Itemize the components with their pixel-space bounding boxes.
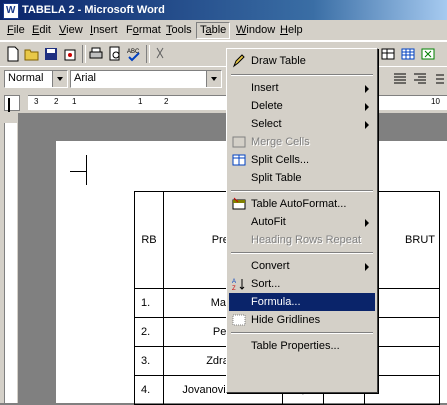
svg-text:A: A — [232, 279, 236, 285]
new-document-icon[interactable] — [5, 46, 21, 62]
menu-item-split-table[interactable]: Split Table — [229, 169, 375, 187]
spelling-icon[interactable]: ABC — [126, 46, 142, 62]
table-cell[interactable]: 3. — [134, 346, 164, 376]
window-title: TABELA 2 - Microsoft Word — [22, 4, 165, 16]
menu-item-sort[interactable]: AZ Sort... — [229, 275, 375, 293]
menu-insert[interactable]: Insert — [87, 23, 121, 38]
table-cell[interactable]: 2. — [134, 317, 164, 347]
menu-item-table-autoformat[interactable]: Table AutoFormat... — [229, 195, 375, 213]
chevron-down-icon[interactable] — [52, 71, 67, 87]
table-autoformat-icon — [232, 197, 246, 210]
permission-icon[interactable] — [62, 46, 78, 62]
submenu-arrow-icon — [365, 263, 369, 271]
merge-cells-icon — [232, 136, 246, 148]
menu-item-formula[interactable]: Formula... — [229, 293, 375, 311]
pencil-icon — [232, 54, 245, 68]
align-justify-icon[interactable] — [392, 71, 408, 87]
insert-excel-icon[interactable] — [420, 46, 436, 62]
style-dropdown[interactable]: Normal — [4, 70, 68, 88]
submenu-arrow-icon — [365, 103, 369, 111]
gridlines-icon — [232, 314, 246, 326]
font-dropdown[interactable]: Arial — [70, 70, 222, 88]
print-icon[interactable] — [88, 46, 104, 62]
print-preview-icon[interactable] — [107, 46, 123, 62]
menu-tools[interactable]: Tools — [163, 23, 195, 38]
save-icon[interactable] — [43, 46, 59, 62]
table-cell[interactable]: RB — [134, 191, 164, 289]
menu-format[interactable]: Format — [123, 23, 164, 38]
cut-icon[interactable] — [152, 46, 168, 62]
standard-toolbar: ABC — [0, 41, 447, 67]
table-menu-dropdown: Draw Table Insert Delete Select Merge Ce… — [226, 48, 378, 393]
menu-item-insert[interactable]: Insert — [229, 79, 375, 97]
open-folder-icon[interactable] — [24, 46, 40, 62]
title-bar: W TABELA 2 - Microsoft Word — [0, 0, 447, 20]
tab-selector[interactable] — [4, 95, 20, 111]
menu-item-split-cells[interactable]: Split Cells... — [229, 151, 375, 169]
menu-file[interactable]: File — [4, 23, 28, 38]
vertical-ruler[interactable] — [0, 113, 18, 403]
submenu-arrow-icon — [365, 219, 369, 227]
menu-item-merge-cells[interactable]: Merge Cells — [229, 133, 375, 151]
menu-table[interactable]: Table — [196, 22, 231, 39]
menu-bar: File Edit View Insert Format Tools Table… — [0, 20, 447, 41]
horizontal-ruler[interactable]: 3 2 1 1 2 10 — [0, 91, 447, 113]
menu-item-select[interactable]: Select — [229, 115, 375, 133]
menu-edit[interactable]: Edit — [29, 23, 54, 38]
menu-window[interactable]: Window — [233, 23, 278, 38]
svg-text:Z: Z — [232, 286, 236, 291]
menu-item-hide-gridlines[interactable]: Hide Gridlines — [229, 311, 375, 329]
submenu-arrow-icon — [365, 85, 369, 93]
menu-item-heading-rows-repeat[interactable]: Heading Rows Repeat — [229, 231, 375, 249]
menu-view[interactable]: View — [56, 23, 86, 38]
menu-item-delete[interactable]: Delete — [229, 97, 375, 115]
menu-help[interactable]: Help — [277, 23, 306, 38]
chevron-down-icon[interactable] — [206, 71, 221, 87]
menu-item-table-properties[interactable]: Table Properties... — [229, 337, 375, 355]
menu-item-convert[interactable]: Convert — [229, 257, 375, 275]
menu-item-autofit[interactable]: AutoFit — [229, 213, 375, 231]
tables-borders-icon[interactable] — [380, 46, 396, 62]
sort-ascending-icon: AZ — [232, 279, 245, 291]
menu-item-draw-table[interactable]: Draw Table — [229, 52, 375, 70]
word-app-icon[interactable]: W — [3, 3, 19, 19]
table-cell[interactable]: 4. — [134, 375, 164, 405]
align-right-icon[interactable] — [412, 71, 428, 87]
split-cells-icon — [232, 154, 246, 166]
numbering-icon[interactable] — [430, 71, 446, 87]
submenu-arrow-icon — [365, 121, 369, 129]
formatting-toolbar: Normal Arial — [0, 66, 447, 92]
insert-table-icon[interactable] — [400, 46, 416, 62]
table-cell[interactable]: 1. — [134, 288, 164, 318]
